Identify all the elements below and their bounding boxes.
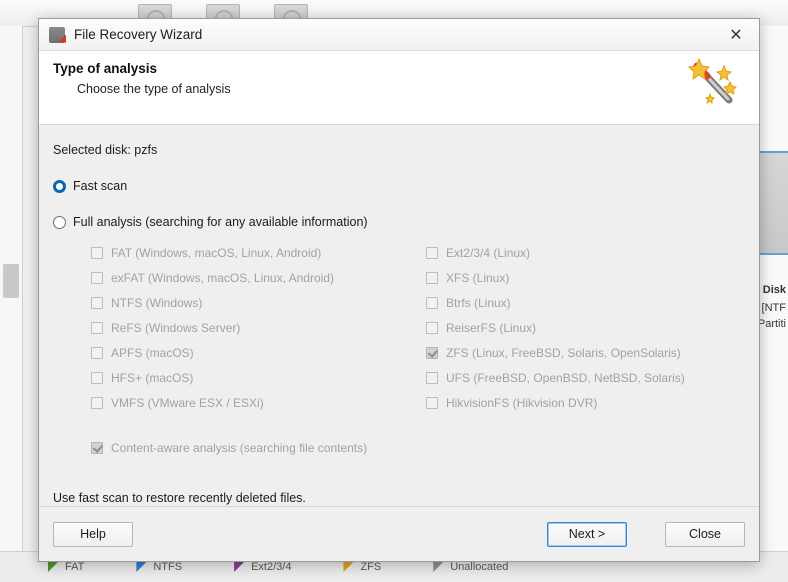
checkbox-icon[interactable] <box>91 441 103 454</box>
checkbox-row-ntfs[interactable]: NTFS (Windows) <box>91 293 426 312</box>
checkbox-icon[interactable] <box>91 246 103 259</box>
checkbox-row-fat[interactable]: FAT (Windows, macOS, Linux, Android) <box>91 243 426 262</box>
checkbox-icon[interactable] <box>91 371 103 384</box>
checkbox-icon[interactable] <box>426 271 438 284</box>
legend-item: Ext2/3/4 <box>234 561 291 573</box>
checkbox-icon[interactable] <box>91 396 103 409</box>
checkbox-label: Ext2/3/4 (Linux) <box>446 245 531 260</box>
checkbox-icon[interactable] <box>91 271 103 284</box>
dialog-title: File Recovery Wizard <box>74 27 203 42</box>
close-button[interactable]: Close <box>665 521 745 547</box>
checkbox-row-vmfs[interactable]: VMFS (VMware ESX / ESXi) <box>91 393 426 412</box>
checkbox-row-exfat[interactable]: exFAT (Windows, macOS, Linux, Android) <box>91 268 426 287</box>
radio-fast-scan-label: Fast scan <box>73 179 128 193</box>
page-subtitle: Choose the type of analysis <box>77 82 231 96</box>
checkbox-row-zfs[interactable]: ZFS (Linux, FreeBSD, Solaris, OpenSolari… <box>426 343 745 362</box>
legend-swatch-icon <box>48 562 58 572</box>
checkbox-row-xfs[interactable]: XFS (Linux) <box>426 268 745 287</box>
dialog-content: Selected disk: pzfs Fast scan Full analy… <box>39 125 759 506</box>
legend-item: ZFS <box>343 561 381 573</box>
checkbox-label: exFAT (Windows, macOS, Linux, Android) <box>111 270 334 285</box>
checkbox-label: ReiserFS (Linux) <box>446 320 537 335</box>
legend-label: FAT <box>65 561 85 573</box>
legend-label: Ext2/3/4 <box>251 561 292 573</box>
checkbox-label: APFS (macOS) <box>111 345 194 360</box>
next-button[interactable]: Next > <box>547 521 627 547</box>
checkbox-label: FAT (Windows, macOS, Linux, Android) <box>111 245 322 260</box>
checkbox-icon[interactable] <box>426 246 438 259</box>
checkbox-label: NTFS (Windows) <box>111 295 203 310</box>
checkbox-icon[interactable] <box>426 346 438 359</box>
checkbox-icon[interactable] <box>426 371 438 384</box>
checkbox-row-btrfs[interactable]: Btrfs (Linux) <box>426 293 745 312</box>
checkbox-label: Btrfs (Linux) <box>446 295 511 310</box>
app-icon <box>49 26 65 43</box>
checkbox-icon[interactable] <box>91 346 103 359</box>
hint-text: Use fast scan to restore recently delete… <box>53 491 306 505</box>
checkbox-icon[interactable] <box>426 321 438 334</box>
legend-label: ZFS <box>360 561 382 573</box>
checkbox-label: HFS+ (macOS) <box>111 370 194 385</box>
checkbox-row-refs[interactable]: ReFS (Windows Server) <box>91 318 426 337</box>
dialog-footer: Help Next > Close <box>39 506 759 561</box>
checkbox-icon[interactable] <box>91 321 103 334</box>
checkbox-label: VMFS (VMware ESX / ESXi) <box>111 395 264 410</box>
magic-wand-icon <box>685 56 741 108</box>
radio-fast-scan[interactable]: Fast scan <box>53 179 745 193</box>
radio-full-analysis[interactable]: Full analysis (searching for any availab… <box>53 215 745 229</box>
legend-item: FAT <box>48 561 84 573</box>
checkbox-row-content-aware[interactable]: Content-aware analysis (searching file c… <box>91 438 745 457</box>
checkbox-label: Content-aware analysis (searching file c… <box>111 440 368 455</box>
checkbox-row-hfsplus[interactable]: HFS+ (macOS) <box>91 368 426 387</box>
legend-swatch-icon <box>234 562 245 572</box>
radio-full-analysis-label: Full analysis (searching for any availab… <box>73 215 368 229</box>
file-recovery-wizard-dialog: File Recovery Wizard ✕ Type of analysis … <box>38 18 760 562</box>
background-left-strip <box>0 26 23 582</box>
dialog-titlebar[interactable]: File Recovery Wizard ✕ <box>39 19 759 51</box>
checkbox-label: ZFS (Linux, FreeBSD, Solaris, OpenSolari… <box>446 345 681 360</box>
checkbox-label: XFS (Linux) <box>446 270 510 285</box>
checkbox-label: HikvisionFS (Hikvision DVR) <box>446 395 598 410</box>
legend-swatch-icon <box>433 562 444 572</box>
selected-disk-label: Selected disk: pzfs <box>53 143 158 157</box>
help-button[interactable]: Help <box>53 521 133 547</box>
radio-icon[interactable] <box>53 215 66 229</box>
legend-label: NTFS <box>153 561 183 573</box>
checkbox-row-apfs[interactable]: APFS (macOS) <box>91 343 426 362</box>
checkbox-icon[interactable] <box>426 396 438 409</box>
legend-label: Unallocated <box>450 561 509 573</box>
legend-item: NTFS <box>136 561 182 573</box>
checkbox-label: ReFS (Windows Server) <box>111 320 241 335</box>
background-disk-partition: Partiti <box>757 318 786 330</box>
checkbox-label: UFS (FreeBSD, OpenBSD, NetBSD, Solaris) <box>446 370 685 385</box>
background-left-chip <box>3 264 19 298</box>
checkbox-row-ext2[interactable]: Ext2/3/4 (Linux) <box>426 243 745 262</box>
checkbox-icon[interactable] <box>91 296 103 309</box>
checkbox-row-ufs[interactable]: UFS (FreeBSD, OpenBSD, NetBSD, Solaris) <box>426 368 745 387</box>
close-icon[interactable]: ✕ <box>713 19 759 50</box>
checkbox-row-reiserfs[interactable]: ReiserFS (Linux) <box>426 318 745 337</box>
page-title: Type of analysis <box>53 61 158 76</box>
legend-swatch-icon <box>136 562 147 572</box>
dialog-header: Type of analysis Choose the type of anal… <box>39 51 759 125</box>
legend-swatch-icon <box>343 562 354 572</box>
filesystem-checkbox-grid: FAT (Windows, macOS, Linux, Android) Ext… <box>91 243 745 412</box>
legend-item: Unallocated <box>433 561 508 573</box>
checkbox-row-hikvisionfs[interactable]: HikvisionFS (Hikvision DVR) <box>426 393 745 412</box>
radio-icon[interactable] <box>53 179 66 193</box>
checkbox-icon[interactable] <box>426 296 438 309</box>
